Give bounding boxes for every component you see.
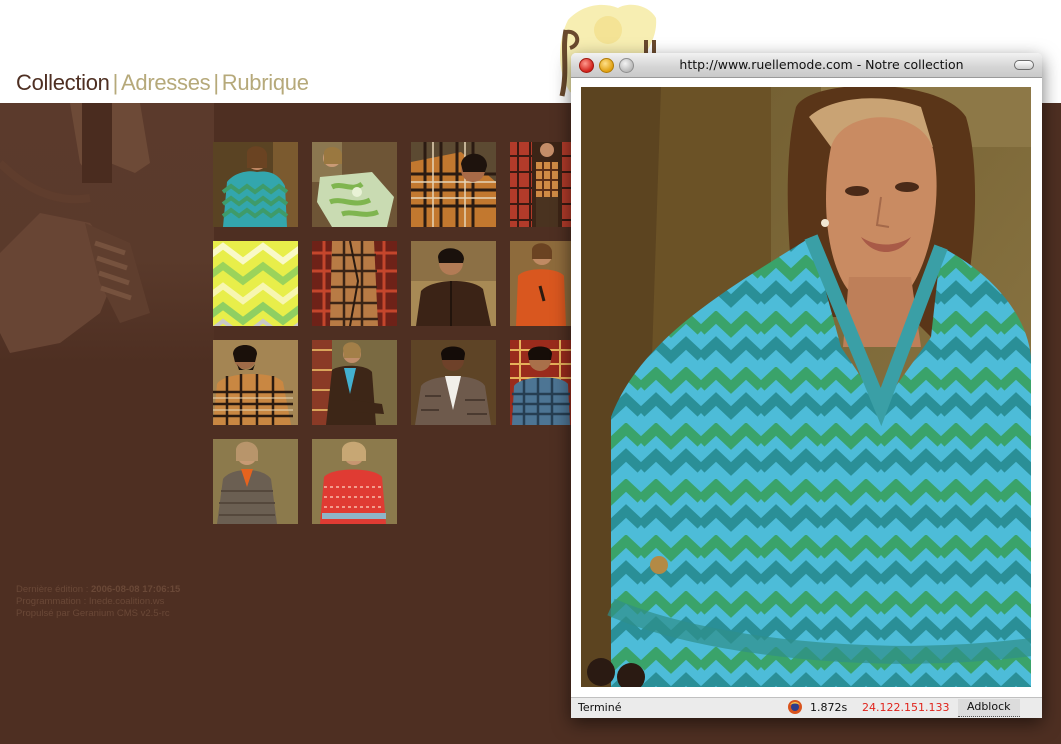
thumb-model-zigzag-sweater[interactable] <box>213 142 298 227</box>
thumb-man-checked-shirt[interactable] <box>510 340 571 425</box>
main-nav: Collection | Adresses | Rubrique <box>16 70 309 98</box>
site-footer-info: Dernière édition : 2006-08-08 17:06:15 P… <box>16 584 276 620</box>
collection-photo <box>581 87 1031 687</box>
status-text: Terminé <box>578 701 622 714</box>
thumb-model-orange-top[interactable] <box>510 241 571 326</box>
window-titlebar[interactable]: http://www.ruellemode.com - Notre collec… <box>571 53 1042 78</box>
programming-credit: Programmation : Inede.coalition.ws <box>16 596 165 607</box>
nav-separator: | <box>213 70 219 95</box>
last-edited-label: Dernière édition : <box>16 584 89 595</box>
ip-address: 24.122.151.133 <box>862 701 950 714</box>
status-bar: Terminé 1.872s 24.122.151.133 Adblock <box>571 697 1042 718</box>
nav-collection[interactable]: Collection <box>16 70 110 96</box>
nav-adresses[interactable]: Adresses <box>121 70 211 96</box>
close-window-button[interactable] <box>579 58 594 73</box>
powered-by-credit: Propulsé par Geranium CMS v2.5-rc <box>16 608 170 619</box>
thumb-man-brown-shirt[interactable] <box>411 241 496 326</box>
photo-frame <box>571 78 1042 697</box>
firefox-icon <box>788 700 802 714</box>
zoom-window-button[interactable] <box>619 58 634 73</box>
popup-window: http://www.ruellemode.com - Notre collec… <box>571 53 1042 718</box>
toolbar-toggle-button[interactable] <box>1014 60 1034 70</box>
adblock-button[interactable]: Adblock <box>958 699 1020 717</box>
thumb-man-plaid-sweater[interactable] <box>213 340 298 425</box>
last-edited-timestamp: 2006-08-08 17:06:15 <box>91 584 181 595</box>
window-title: http://www.ruellemode.com - Notre collec… <box>679 57 964 72</box>
thumb-model-brown-coat[interactable] <box>312 340 397 425</box>
background-photo <box>0 103 214 363</box>
thumb-model-green-print[interactable] <box>312 142 397 227</box>
thumb-model-red-sweater[interactable] <box>312 439 397 524</box>
thumb-plaid-jacket-detail[interactable] <box>312 241 397 326</box>
load-time: 1.872s <box>810 701 848 714</box>
thumb-man-plaid-lying[interactable] <box>411 142 496 227</box>
thumb-model-plaid-vest[interactable] <box>510 142 571 227</box>
thumb-man-tweed-jacket[interactable] <box>411 340 496 425</box>
last-edited: Dernière édition : 2006-08-08 17:06:15 <box>16 584 276 596</box>
thumb-model-tweed-jacket[interactable] <box>213 439 298 524</box>
thumb-yellow-zigzag-fabric[interactable] <box>213 241 298 326</box>
minimize-window-button[interactable] <box>599 58 614 73</box>
nav-rubrique[interactable]: Rubrique <box>222 70 309 96</box>
nav-separator: | <box>112 70 119 95</box>
